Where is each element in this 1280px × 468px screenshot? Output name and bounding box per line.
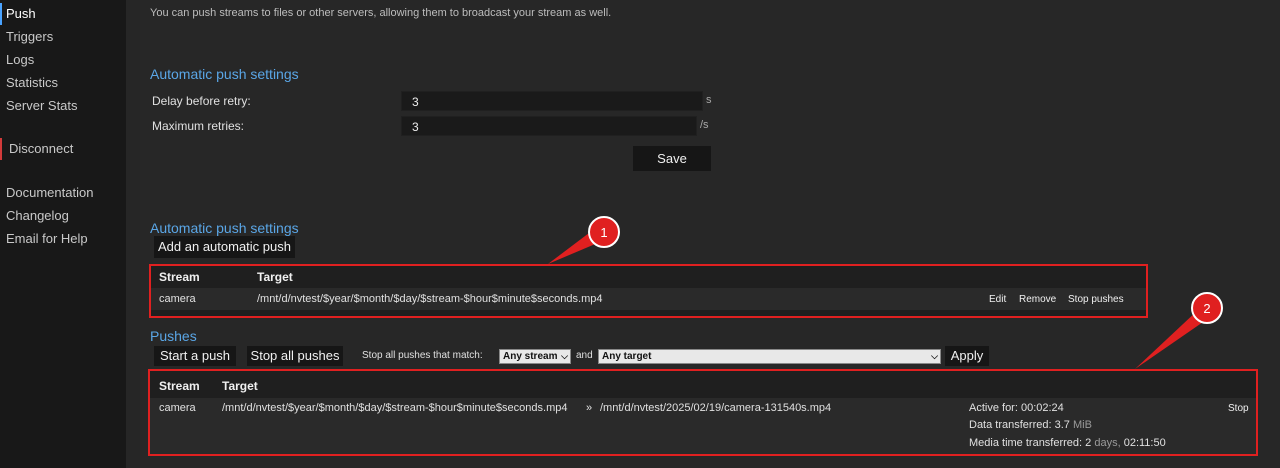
- active-value: 00:02:24: [1020, 402, 1064, 414]
- stop-all-pushes-button[interactable]: Stop all pushes: [247, 346, 343, 366]
- sidebar-item-statistics[interactable]: Statistics: [0, 72, 126, 94]
- sidebar-item-email-help[interactable]: Email for Help: [0, 228, 126, 250]
- chevron-down-icon: ⌵: [561, 351, 568, 361]
- pushes-col-target: Target: [222, 379, 258, 393]
- media-time-transferred: Media time transferred: 2 days, 02:11:50: [969, 437, 1166, 449]
- stop-push-button[interactable]: Stop: [1228, 403, 1249, 414]
- sidebar: Push Triggers Logs Statistics Server Sta…: [0, 0, 126, 468]
- push-target-resolved: /mnt/d/nvtest/2025/02/19/camera-131540s.…: [600, 402, 832, 414]
- sidebar-item-changelog[interactable]: Changelog: [0, 205, 126, 227]
- auto-push-col-target: Target: [257, 270, 293, 284]
- sidebar-item-triggers[interactable]: Triggers: [0, 26, 126, 48]
- active-label: Active for:: [969, 402, 1018, 414]
- media-days-unit: days,: [1094, 437, 1121, 449]
- sidebar-divider: [126, 0, 140, 468]
- delay-input[interactable]: 3: [401, 91, 703, 111]
- sidebar-item-logs[interactable]: Logs: [0, 49, 126, 71]
- and-label: and: [576, 350, 593, 361]
- data-transferred: Data transferred: 3.7 MiB: [969, 419, 1092, 431]
- sidebar-item-disconnect[interactable]: Disconnect: [0, 138, 126, 160]
- pushes-heading: Pushes: [150, 328, 197, 344]
- delay-unit: s: [706, 94, 712, 106]
- auto-push-heading: Automatic push settings: [150, 220, 299, 236]
- sidebar-item-documentation[interactable]: Documentation: [0, 182, 126, 204]
- retries-label: Maximum retries:: [152, 119, 245, 133]
- filter-label: Stop all pushes that match:: [362, 350, 483, 361]
- retries-input[interactable]: 3: [401, 116, 697, 136]
- intro-text: You can push streams to files or other s…: [150, 7, 612, 19]
- stream-filter-value: Any stream: [503, 351, 558, 362]
- add-automatic-push-button[interactable]: Add an automatic push: [154, 236, 295, 258]
- auto-push-target: /mnt/d/nvtest/$year/$month/$day/$stream-…: [257, 293, 603, 305]
- save-button[interactable]: Save: [633, 146, 711, 171]
- apply-button[interactable]: Apply: [945, 346, 989, 366]
- sidebar-item-push[interactable]: Push: [0, 3, 126, 25]
- data-label: Data transferred:: [969, 419, 1052, 431]
- sidebar-item-server-stats[interactable]: Server Stats: [0, 95, 126, 117]
- data-value: 3.7: [1054, 419, 1070, 431]
- target-filter-select[interactable]: Any target ⌵: [598, 349, 941, 364]
- push-stream: camera: [159, 402, 196, 414]
- push-target-template: /mnt/d/nvtest/$year/$month/$day/$stream-…: [222, 402, 568, 414]
- settings-heading: Automatic push settings: [150, 66, 299, 82]
- media-time: 02:11:50: [1123, 437, 1166, 449]
- auto-push-col-stream: Stream: [159, 270, 200, 284]
- media-days: 2: [1085, 437, 1092, 449]
- retries-unit: /s: [700, 119, 709, 131]
- start-push-button[interactable]: Start a push: [154, 346, 236, 366]
- pushes-col-stream: Stream: [159, 379, 200, 393]
- stream-filter-select[interactable]: Any stream ⌵: [499, 349, 571, 364]
- target-filter-value: Any target: [602, 351, 652, 362]
- stop-pushes-button[interactable]: Stop pushes: [1068, 294, 1124, 305]
- auto-push-stream: camera: [159, 293, 196, 305]
- arrow-icon: »: [586, 402, 593, 414]
- active-for: Active for: 00:02:24: [969, 402, 1064, 414]
- edit-button[interactable]: Edit: [989, 294, 1006, 305]
- media-label: Media time transferred:: [969, 437, 1083, 449]
- chevron-down-icon: ⌵: [931, 351, 938, 361]
- remove-button[interactable]: Remove: [1019, 294, 1056, 305]
- delay-label: Delay before retry:: [152, 94, 251, 108]
- data-unit: MiB: [1072, 419, 1092, 431]
